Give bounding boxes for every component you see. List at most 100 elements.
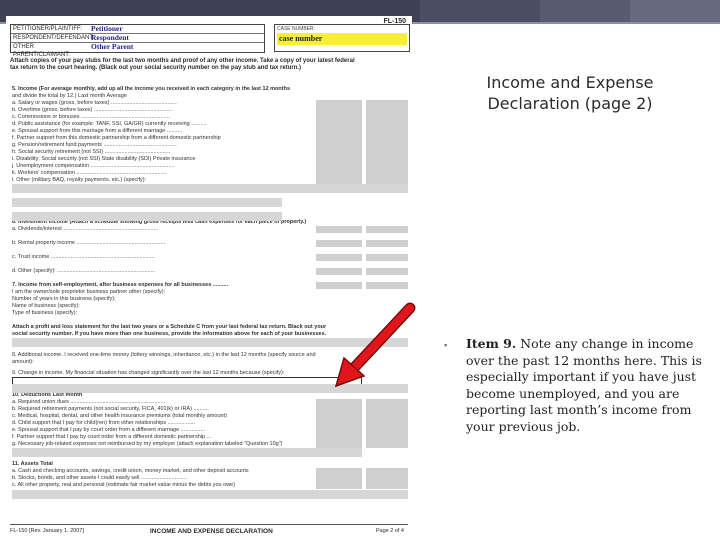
amount-cell <box>366 399 408 406</box>
amount-cell <box>316 441 362 448</box>
amount-cell <box>366 420 408 427</box>
amount-cell <box>316 268 362 275</box>
attach-line: Attach copies of your pay stubs for the … <box>10 58 355 64</box>
amount-cell <box>366 268 408 275</box>
form-line: social security number. If you have more… <box>12 331 327 337</box>
form-line: Attach a profit and loss statement for t… <box>12 324 327 330</box>
slide-bullet: ▪ Item 9. Note any change in income over… <box>444 336 716 435</box>
amount-cell <box>316 427 362 434</box>
form-line: d. Public assistance (for example: TANF,… <box>12 121 207 127</box>
amount-cell <box>316 282 362 289</box>
form-line: Name of business (specify): <box>12 303 80 309</box>
amount-cell <box>366 142 408 149</box>
amount-cell <box>366 406 408 413</box>
form-line: f. Partner support that I pay by court o… <box>12 434 212 440</box>
amount-cell <box>316 468 362 475</box>
amount-cell <box>316 177 362 184</box>
amount-cell <box>366 475 408 482</box>
grey-fill-area <box>12 490 408 499</box>
caption-label: PETITIONER/PLAINTIFF: <box>13 26 83 32</box>
caption-row: RESPONDENT/DEFENDANT: Respondent <box>11 34 264 43</box>
amount-cell <box>366 468 408 475</box>
form-line: d. Child support that I pay for child(re… <box>12 420 196 426</box>
banner-segment <box>540 0 630 22</box>
amount-cell <box>316 406 362 413</box>
amount-cell <box>316 170 362 177</box>
grey-fill-area <box>12 448 362 457</box>
caption-row: OTHER PARENT/CLAIMANT: Other Parent <box>11 42 264 59</box>
amount-cell <box>366 107 408 114</box>
form-line: b. Rental property income ..............… <box>12 240 166 246</box>
banner-segment <box>420 0 540 22</box>
amount-cell <box>366 135 408 142</box>
form-line: k. Workers' compensation ...............… <box>12 170 167 176</box>
slide-title-line: Declaration (page 2) <box>487 94 653 113</box>
slide-title: Income and Expense Declaration (page 2) <box>470 72 670 114</box>
amount-cell <box>316 121 362 128</box>
form-line: h. Social security retirement (not SSI) … <box>12 149 171 155</box>
form-line: b. Stocks, bonds, and other assets I cou… <box>12 475 187 481</box>
form-line: 10. Deductions Last month <box>12 392 83 398</box>
amount-cell <box>366 240 408 247</box>
form-line: c. Medical, hospital, dental, and other … <box>12 413 227 419</box>
amount-cell <box>316 482 362 489</box>
amount-cell <box>366 226 408 233</box>
form-line: a. Dividends/interest ..................… <box>12 226 159 232</box>
form-line: c. All other property, real and personal… <box>12 482 236 488</box>
amount-cell <box>366 441 408 448</box>
case-number-label: CASE NUMBER: <box>277 26 316 32</box>
amount-cell <box>316 107 362 114</box>
bullet-text: Item 9. Note any change in income over t… <box>466 336 716 435</box>
amount-cell <box>366 482 408 489</box>
amount-cell <box>366 156 408 163</box>
form-line: 7. Income from self-employment, after bu… <box>12 282 229 288</box>
form-footer-revision: FL-150 [Rev. January 1, 2007] <box>10 528 84 534</box>
form-footer-page: Page 2 of 4 <box>375 528 404 534</box>
banner-segment <box>630 0 720 22</box>
form-line: b. Required retirement payments (not soc… <box>12 406 209 412</box>
form-line: and divide the total by 12.) Last month … <box>12 93 127 99</box>
case-caption: PETITIONER/PLAINTIFF: Petitioner RESPOND… <box>10 24 265 59</box>
amount-cell <box>316 128 362 135</box>
amount-cell <box>316 156 362 163</box>
form-line: 11. Assets Total <box>12 461 53 467</box>
form-line: i. Disability: Social security (not SSI)… <box>12 156 196 162</box>
amount-cell <box>316 420 362 427</box>
amount-cell <box>316 240 362 247</box>
amount-cell <box>316 226 362 233</box>
amount-cell <box>316 149 362 156</box>
form-line: 9. Change in income. My financial situat… <box>12 370 285 376</box>
form-line: a. Required union dues .................… <box>12 399 166 405</box>
amount-cell <box>366 254 408 261</box>
caption-row: PETITIONER/PLAINTIFF: Petitioner <box>11 25 264 34</box>
form-line: a. Salary or wages (gross, before taxes)… <box>12 100 177 106</box>
caption-value: Petitioner <box>91 24 123 33</box>
form-line: e. Spousal support that I pay by court o… <box>12 427 206 433</box>
amount-cell <box>366 282 408 289</box>
bullet-item-label: Item 9. <box>466 336 517 351</box>
form-page-image: FL-150 PETITIONER/PLAINTIFF: Petitioner … <box>6 16 412 540</box>
grey-fill-area <box>12 198 282 207</box>
form-line: g. Necessary job-related expenses not re… <box>12 441 283 447</box>
amount-cell <box>366 413 408 420</box>
slide-title-line: Income and Expense <box>486 73 654 92</box>
amount-cell <box>316 475 362 482</box>
form-footer-title: INCOME AND EXPENSE DECLARATION <box>150 528 273 535</box>
amount-cell <box>316 434 362 441</box>
amount-cell <box>366 434 408 441</box>
form-line: 8. Additional income. I received one-tim… <box>12 352 316 358</box>
caption-value: Other Parent <box>91 42 134 51</box>
amount-cell <box>366 163 408 170</box>
amount-cell <box>366 149 408 156</box>
form-line: I am the owner/sole proprietor business … <box>12 289 166 295</box>
amount-cell <box>366 100 408 107</box>
case-number-box: CASE NUMBER: case number <box>274 24 410 52</box>
amount-cell <box>366 121 408 128</box>
amount-cell <box>316 399 362 406</box>
grey-fill-area <box>12 184 408 193</box>
bullet-icon: ▪ <box>444 340 448 350</box>
amount-cell <box>316 100 362 107</box>
form-line: e. Spousal support from this marriage fr… <box>12 128 183 134</box>
amount-cell <box>366 177 408 184</box>
form-line: g. Pension/retirement fund payments ....… <box>12 142 177 148</box>
